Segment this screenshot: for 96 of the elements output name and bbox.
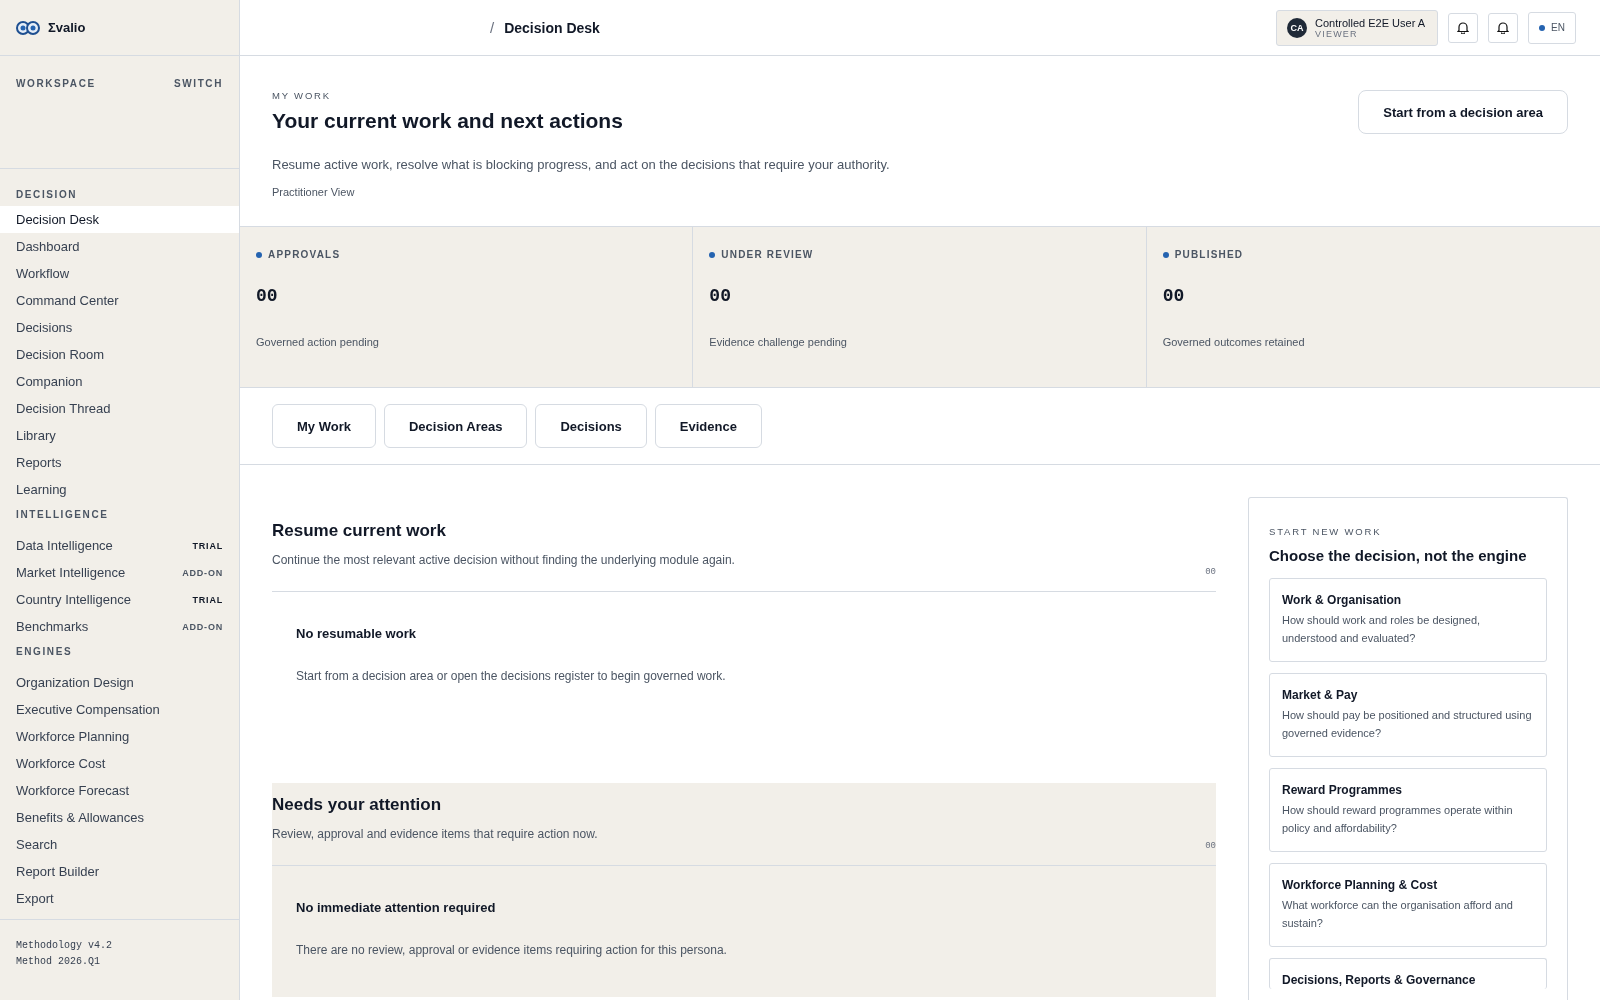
language-button[interactable]: EN — [1528, 11, 1576, 44]
section-title: Needs your attention — [272, 795, 443, 815]
empty-text: Start from a decision area or open the decisions register to begin governed work. — [296, 669, 727, 683]
empty-title: No resumable work — [296, 626, 417, 641]
user-name: Controlled E2E User A — [1315, 16, 1426, 29]
card-title: Workforce Planning & Cost — [1282, 878, 1439, 892]
sidebar-item[interactable]: Data Intelligence TRIAL — [0, 532, 239, 559]
sidebar-item[interactable]: Command Center — [0, 287, 239, 314]
card-description: How should pay be positioned and structured using governed evidence? — [1282, 708, 1533, 741]
card-title: Work & Organisation — [1282, 593, 1403, 607]
tab[interactable]: Decision Areas — [383, 404, 528, 448]
view-label: Practitioner View — [272, 186, 356, 198]
sidebar-item[interactable]: Organization Design — [0, 669, 239, 696]
sidebar-item[interactable]: Reports — [0, 449, 239, 476]
page-description: Resume active work, resolve what is blocking progress, and act on the decisions that require your authority. — [272, 157, 890, 172]
page-eyebrow: MY WORK — [272, 90, 332, 101]
item-count: 00 — [1205, 841, 1216, 851]
decision-area-card[interactable]: Work & Organisation How should work and roles be designed, understood and evaluated? — [1269, 578, 1547, 662]
decision-area-card[interactable]: Decisions, Reports & Governance — [1269, 958, 1547, 989]
sidebar-item-label: Benchmarks — [16, 619, 89, 634]
stat-label: APPROVALS — [256, 249, 341, 260]
sidebar-item[interactable]: Executive Compensation — [0, 696, 239, 723]
sidebar-item[interactable]: Search — [0, 831, 239, 858]
workspace-label: WORKSPACE — [16, 78, 96, 89]
decision-area-card[interactable]: Workforce Planning & Cost What workforce can the organisation afford and sustain? — [1269, 863, 1547, 947]
bell-icon — [1497, 21, 1510, 34]
card-title: Market & Pay — [1282, 688, 1359, 702]
plan-tag: ADD-ON — [182, 567, 223, 578]
sidebar-item[interactable]: Learning — [0, 476, 239, 503]
brand-name: Σvalio — [48, 20, 86, 35]
item-count: 00 — [1205, 567, 1216, 577]
sidebar-item[interactable]: Decision Thread — [0, 395, 239, 422]
user-menu[interactable]: CA Controlled E2E User A VIEWER — [1276, 9, 1439, 46]
sidebar-item[interactable]: Decision Room — [0, 341, 239, 368]
panel-title: Choose the decision, not the engine — [1269, 547, 1528, 564]
sidebar-item[interactable]: Report Builder — [0, 858, 239, 885]
breadcrumb-current: Decision Desk — [504, 19, 601, 36]
stat-caption: Governed action pending — [256, 336, 379, 348]
sidebar-item[interactable]: Library — [0, 422, 239, 449]
sidebar-item[interactable]: Workforce Planning — [0, 723, 239, 750]
stat-caption: Governed outcomes retained — [1162, 336, 1305, 348]
sidebar-item-label: Market Intelligence — [16, 565, 126, 580]
plan-tag: TRIAL — [192, 540, 223, 551]
empty-title: No immediate attention required — [296, 900, 497, 915]
panel-eyebrow: START NEW WORK — [1269, 526, 1383, 537]
nav-section-title: DECISION — [15, 188, 79, 202]
page-title: Your current work and next actions — [272, 109, 624, 133]
notifications-button[interactable] — [1448, 12, 1479, 43]
stat-value: 00 — [1162, 286, 1185, 306]
plan-tag: TRIAL — [192, 594, 223, 605]
sidebar-item[interactable]: Decision Desk — [0, 206, 239, 233]
bell-icon — [1457, 21, 1470, 34]
start-button[interactable]: Start from a decision area — [1358, 90, 1568, 134]
version-text: Method 2026.Q1 — [16, 956, 101, 967]
sidebar-item-label: Data Intelligence — [16, 538, 113, 553]
section-title: Resume current work — [272, 521, 447, 541]
sidebar-item[interactable]: Dashboard — [0, 233, 239, 260]
card-title: Reward Programmes — [1282, 783, 1404, 797]
stat-label: UNDER REVIEW — [709, 249, 814, 260]
tab[interactable]: Decisions — [535, 404, 647, 448]
sidebar-item[interactable]: Workforce Forecast — [0, 777, 239, 804]
version-text: Methodology v4.2 — [16, 940, 113, 951]
sidebar-item[interactable]: Decisions — [0, 314, 239, 341]
sidebar-item-label: Country Intelligence — [16, 592, 131, 607]
switch-link[interactable]: SWITCH — [173, 78, 223, 89]
notifications-button[interactable] — [1488, 12, 1519, 43]
card-description: How should work and roles be designed, understood and evaluated? — [1282, 613, 1482, 646]
sidebar-item[interactable]: Market Intelligence ADD-ON — [0, 559, 239, 586]
stat-caption: Evidence challenge pending — [709, 336, 847, 348]
sidebar-item[interactable]: Export — [0, 885, 239, 912]
card-description: How should reward programmes operate within policy and affordability? — [1282, 803, 1514, 836]
user-role: VIEWER — [1315, 28, 1359, 39]
section-description: Continue the most relevant active decision without finding the underlying module again. — [272, 553, 736, 567]
logo-icon — [16, 20, 40, 35]
stat-label: PUBLISHED — [1162, 249, 1244, 260]
nav-section-title: ENGINES — [15, 645, 74, 659]
decision-area-card[interactable]: Market & Pay How should pay be positioned and structured using governed evidence? — [1269, 673, 1547, 757]
stat-value: 00 — [256, 286, 278, 306]
empty-text: There are no review, approval or evidence items requiring action for this persona. — [296, 943, 728, 957]
sidebar-item[interactable]: Country Intelligence TRIAL — [0, 586, 239, 613]
sidebar-item[interactable]: Benchmarks ADD-ON — [0, 613, 239, 640]
card-description: What workforce can the organisation afford and sustain? — [1282, 898, 1514, 931]
sidebar-item[interactable]: Benefits & Allowances — [0, 804, 239, 831]
breadcrumb-separator: / — [490, 19, 495, 36]
plan-tag: ADD-ON — [182, 621, 223, 632]
sidebar-item[interactable]: Workflow — [0, 260, 239, 287]
avatar: CA — [1287, 17, 1308, 38]
card-title: Decisions, Reports & Governance — [1282, 973, 1477, 987]
stat-value: 00 — [709, 286, 731, 306]
decision-area-card[interactable]: Reward Programmes How should reward programmes operate within policy and affordability? — [1269, 768, 1547, 852]
tab[interactable]: Evidence — [654, 404, 762, 448]
nav-section-title: INTELLIGENCE — [15, 508, 110, 522]
sidebar-item[interactable]: Companion — [0, 368, 239, 395]
tab[interactable]: My Work — [272, 404, 376, 448]
section-description: Review, approval and evidence items that require action now. — [272, 827, 599, 841]
sidebar-item[interactable]: Workforce Cost — [0, 750, 239, 777]
